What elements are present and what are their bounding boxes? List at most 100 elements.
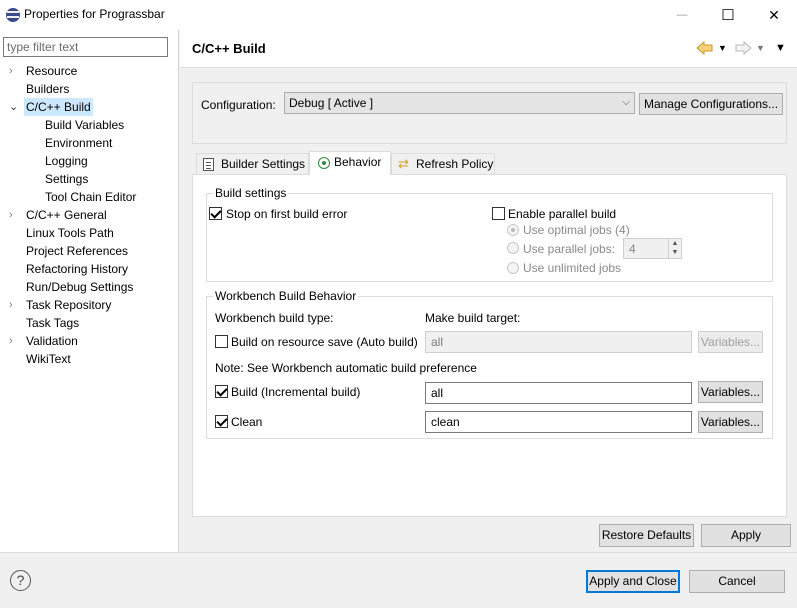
workbench-note: Note: See Workbench automatic build pref… xyxy=(215,361,477,375)
manage-configurations-button[interactable]: Manage Configurations... xyxy=(639,93,783,115)
tree-item-wikitext[interactable]: WikiText xyxy=(26,350,71,368)
tree-item-label: Resource xyxy=(26,64,78,78)
chevron-right-icon[interactable]: › xyxy=(9,296,19,314)
build-settings-group: Build settings Stop on first build error… xyxy=(206,186,773,282)
make-target-label: Make build target: xyxy=(425,311,521,325)
tree-item-build-variables[interactable]: Build Variables xyxy=(45,116,124,134)
incremental-build-target-input[interactable] xyxy=(425,382,692,404)
tree-item-label: Task Repository xyxy=(26,298,112,312)
apply-button[interactable]: Apply xyxy=(701,524,791,547)
back-dropdown-icon[interactable]: ▼ xyxy=(718,40,728,56)
tree-item-cpp-build[interactable]: ⌄ C/C++ Build xyxy=(0,98,178,116)
tree-item-cpp-general[interactable]: › C/C++ General xyxy=(0,206,178,224)
minimize-icon: — xyxy=(676,9,688,21)
tree-item-linux-tools-path[interactable]: Linux Tools Path xyxy=(26,224,114,242)
chevron-right-icon[interactable]: › xyxy=(9,62,19,80)
chevron-right-icon[interactable]: › xyxy=(9,332,19,350)
tree-item-label: Task Tags xyxy=(26,316,80,330)
tree-item-label: Validation xyxy=(26,334,78,348)
tree-item-logging[interactable]: Logging xyxy=(45,152,88,170)
spinner-arrows-icon[interactable]: ▲ ▼ xyxy=(668,239,681,258)
tree-item-label: Project References xyxy=(26,244,129,258)
tree-item-label: Build Variables xyxy=(45,118,125,132)
behavior-tab-panel: Build settings Stop on first build error… xyxy=(192,174,787,517)
maximize-icon: ☐ xyxy=(721,7,735,24)
clean-target-input[interactable] xyxy=(425,411,692,433)
tab-label: Refresh Policy xyxy=(416,157,494,171)
tree-item-label: Settings xyxy=(45,172,89,186)
optimal-jobs-radio[interactable] xyxy=(507,224,519,236)
tree-item-resource[interactable]: › Resource xyxy=(0,62,178,80)
tree-item-refactoring-history[interactable]: Refactoring History xyxy=(26,260,128,278)
tree-item-run-debug-settings[interactable]: Run/Debug Settings xyxy=(26,278,133,296)
tree-item-project-references[interactable]: Project References xyxy=(26,242,128,260)
auto-build-checkbox[interactable] xyxy=(215,335,228,348)
minimize-button[interactable]: — xyxy=(659,0,705,30)
tab-label: Builder Settings xyxy=(221,157,306,171)
apply-and-close-button[interactable]: Apply and Close xyxy=(586,570,680,593)
forward-dropdown-icon[interactable]: ▼ xyxy=(756,40,766,56)
configuration-select[interactable]: Debug [ Active ] ⌵ xyxy=(284,92,635,114)
behavior-icon xyxy=(318,157,330,169)
incremental-build-checkbox[interactable] xyxy=(215,385,228,398)
tab-builder-settings[interactable]: Builder Settings xyxy=(196,153,309,175)
page-header: C/C++ Build ▼ ▼ ▼ xyxy=(180,30,797,68)
maximize-button[interactable]: ☐ xyxy=(705,0,751,30)
chevron-down-icon: ⌵ xyxy=(622,97,630,108)
build-type-label: Workbench build type: xyxy=(215,311,334,325)
auto-build-variables-button[interactable]: Variables... xyxy=(698,331,763,353)
tree-item-validation[interactable]: › Validation xyxy=(0,332,178,350)
tree-item-label: Run/Debug Settings xyxy=(26,280,134,294)
configuration-label: Configuration: xyxy=(201,98,276,112)
tree-item-label: C/C++ Build xyxy=(24,98,93,116)
tree-item-tool-chain-editor[interactable]: Tool Chain Editor xyxy=(45,188,136,206)
tab-label: Behavior xyxy=(334,155,382,169)
parallel-jobs-radio[interactable] xyxy=(507,242,519,254)
tree-item-label: Logging xyxy=(45,154,88,168)
property-tree-panel: › Resource Builders ⌄ C/C++ Build Build … xyxy=(0,30,179,552)
tab-refresh-policy[interactable]: ⇄ Refresh Policy xyxy=(391,153,495,175)
restore-defaults-button[interactable]: Restore Defaults xyxy=(599,524,694,547)
back-arrow-icon[interactable] xyxy=(696,40,714,56)
tree-item-label: Builders xyxy=(26,82,70,96)
enable-parallel-checkbox[interactable] xyxy=(492,207,505,220)
help-icon[interactable]: ? xyxy=(10,570,31,591)
dialog-button-bar: ? Apply and Close Cancel xyxy=(0,552,797,608)
view-menu-icon[interactable]: ▼ xyxy=(775,40,787,56)
window-title: Properties for Prograssbar xyxy=(24,7,165,21)
build-settings-title: Build settings xyxy=(213,186,289,200)
forward-arrow-icon[interactable] xyxy=(734,40,752,56)
stop-on-error-label: Stop on first build error xyxy=(226,207,348,221)
builder-settings-icon xyxy=(203,158,214,171)
tree-item-builders[interactable]: Builders xyxy=(26,80,69,98)
configuration-value: Debug [ Active ] xyxy=(289,96,374,110)
tree-item-label: Tool Chain Editor xyxy=(45,190,137,204)
auto-build-target-input[interactable] xyxy=(425,331,692,353)
incremental-variables-button[interactable]: Variables... xyxy=(698,381,763,403)
tab-behavior[interactable]: Behavior xyxy=(309,151,391,175)
tree-item-task-repository[interactable]: › Task Repository xyxy=(0,296,178,314)
unlimited-jobs-radio[interactable] xyxy=(507,262,519,274)
filter-input[interactable] xyxy=(3,37,168,57)
parallel-jobs-spinner[interactable]: 4 ▲ ▼ xyxy=(623,238,682,259)
cancel-button[interactable]: Cancel xyxy=(689,570,785,593)
unlimited-jobs-label: Use unlimited jobs xyxy=(523,261,622,275)
clean-variables-button[interactable]: Variables... xyxy=(698,411,763,433)
parallel-jobs-label: Use parallel jobs: xyxy=(523,242,616,256)
chevron-down-icon[interactable]: ⌄ xyxy=(9,98,19,116)
tree-item-label: C/C++ General xyxy=(26,208,107,222)
eclipse-app-icon xyxy=(6,8,20,22)
clean-checkbox[interactable] xyxy=(215,415,228,428)
clean-label: Clean xyxy=(231,415,263,429)
tree-item-settings[interactable]: Settings xyxy=(45,170,88,188)
refresh-policy-icon: ⇄ xyxy=(398,156,409,171)
tree-item-task-tags[interactable]: Task Tags xyxy=(26,314,79,332)
optimal-jobs-label: Use optimal jobs (4) xyxy=(523,223,630,237)
chevron-right-icon[interactable]: › xyxy=(9,206,19,224)
workbench-build-group: Workbench Build Behavior Workbench build… xyxy=(206,289,773,439)
tree-item-environment[interactable]: Environment xyxy=(45,134,112,152)
stop-on-error-checkbox[interactable] xyxy=(209,207,222,220)
enable-parallel-label: Enable parallel build xyxy=(508,207,617,221)
close-button[interactable]: ✕ xyxy=(751,0,797,30)
tree-item-label: WikiText xyxy=(26,352,71,366)
